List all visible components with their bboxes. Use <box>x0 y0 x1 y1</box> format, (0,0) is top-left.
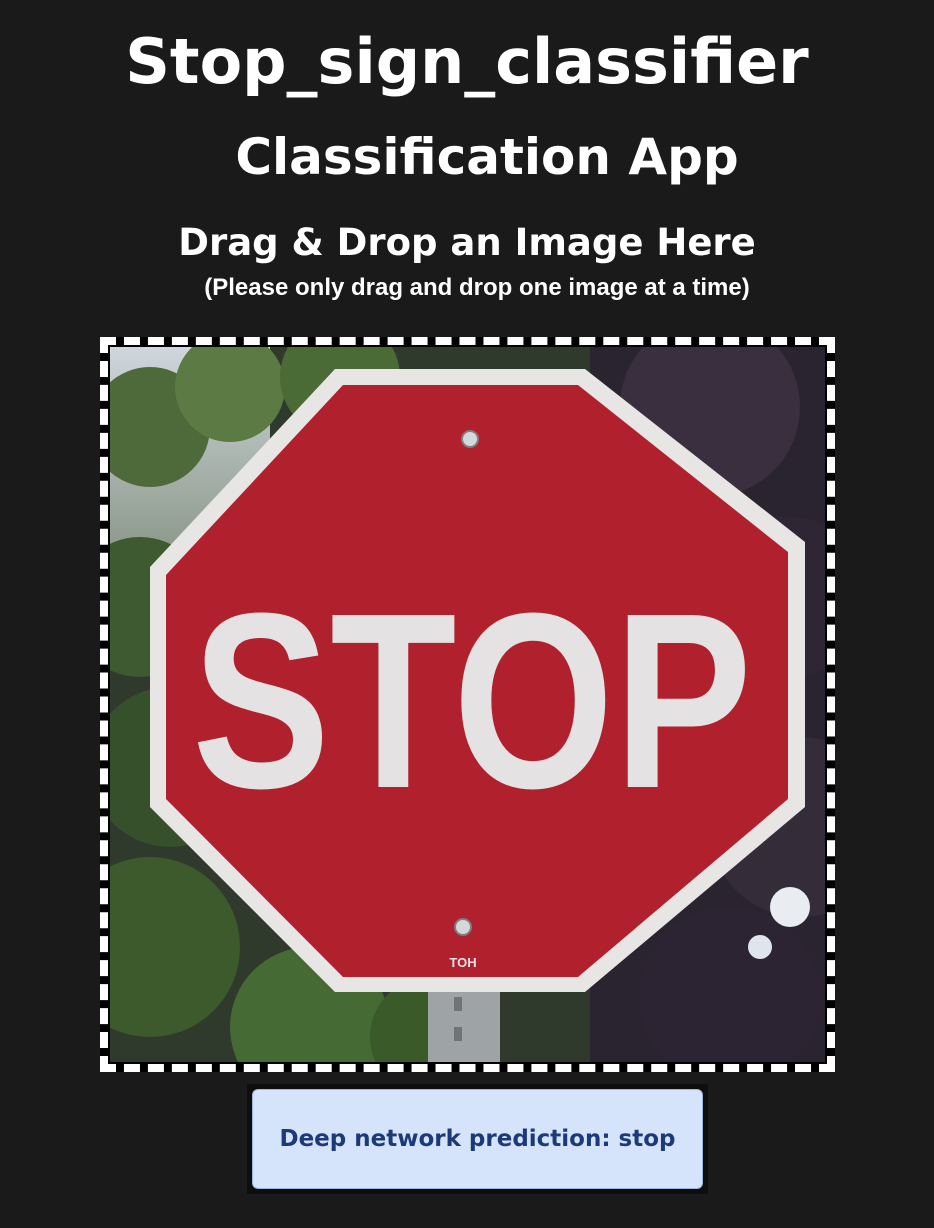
image-drop-zone[interactable]: STOP TOH <box>100 337 835 1072</box>
drop-instructions: (Please only drag and drop one image at … <box>204 274 750 301</box>
prediction-result: Deep network prediction: stop <box>252 1089 703 1189</box>
stop-sign-text: STOP <box>192 561 752 840</box>
uploaded-image: STOP TOH <box>110 347 825 1062</box>
app-subtitle: Classification App <box>235 128 739 186</box>
app-title: Stop_sign_classifier <box>125 25 809 98</box>
stop-sign-mark: TOH <box>449 955 476 970</box>
prediction-panel: Deep network prediction: stop <box>247 1084 708 1194</box>
drop-heading: Drag & Drop an Image Here <box>178 221 756 264</box>
